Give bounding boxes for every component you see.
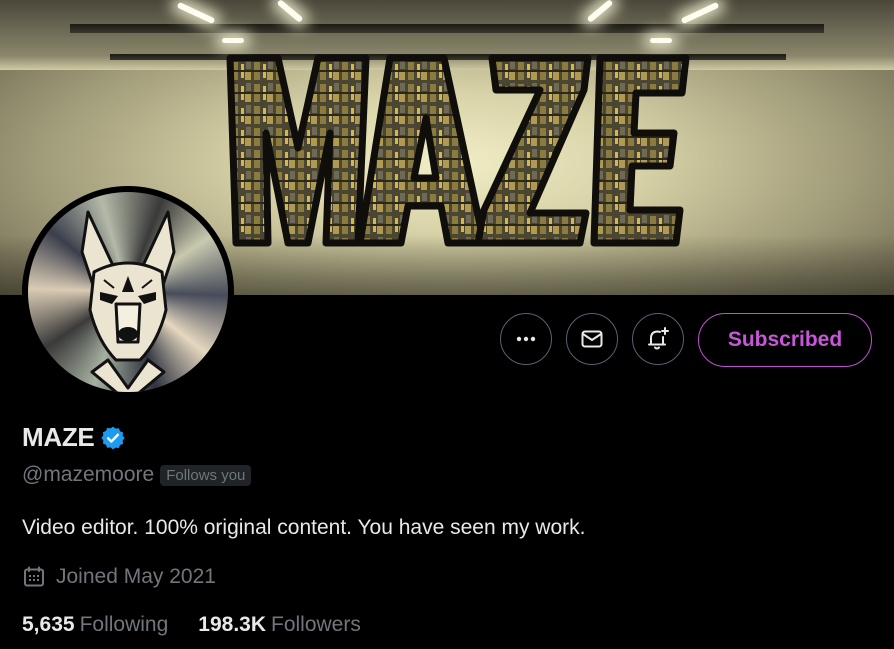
notifications-button[interactable] xyxy=(632,313,684,365)
profile-bio: Video editor. 100% original content. You… xyxy=(22,516,586,539)
message-button[interactable] xyxy=(566,313,618,365)
avatar[interactable] xyxy=(22,186,234,398)
follows-you-badge: Follows you xyxy=(160,464,252,486)
maze-logo xyxy=(226,54,690,247)
following-link[interactable]: 5,635 Following xyxy=(22,613,168,637)
envelope-icon xyxy=(581,330,603,348)
more-button[interactable] xyxy=(500,313,552,365)
calendar-icon xyxy=(24,566,44,587)
follow-stats: 5,635 Following 198.3K Followers xyxy=(22,613,391,637)
profile-page: Subscribed MAZE @mazemoore Follows you V… xyxy=(0,0,894,649)
following-label: Following xyxy=(79,613,169,636)
subscribed-button[interactable]: Subscribed xyxy=(698,313,872,367)
joined-date-row: Joined May 2021 xyxy=(22,565,216,589)
profile-handle-row: @mazemoore Follows you xyxy=(22,463,252,487)
joined-date: Joined May 2021 xyxy=(56,565,216,588)
more-horizontal-icon xyxy=(516,336,536,342)
followers-link[interactable]: 198.3K Followers xyxy=(198,613,361,637)
followers-label: Followers xyxy=(271,613,361,636)
followers-count: 198.3K xyxy=(198,613,266,636)
avatar-image xyxy=(28,192,228,392)
doberman-logo-icon xyxy=(80,210,176,392)
following-count: 5,635 xyxy=(22,613,75,636)
verified-badge-icon[interactable] xyxy=(100,425,126,451)
profile-handle: @mazemoore xyxy=(22,463,155,486)
bell-plus-icon xyxy=(648,327,669,350)
profile-name-row: MAZE xyxy=(22,422,126,453)
profile-name: MAZE xyxy=(22,422,95,452)
banner-beam xyxy=(70,24,824,33)
